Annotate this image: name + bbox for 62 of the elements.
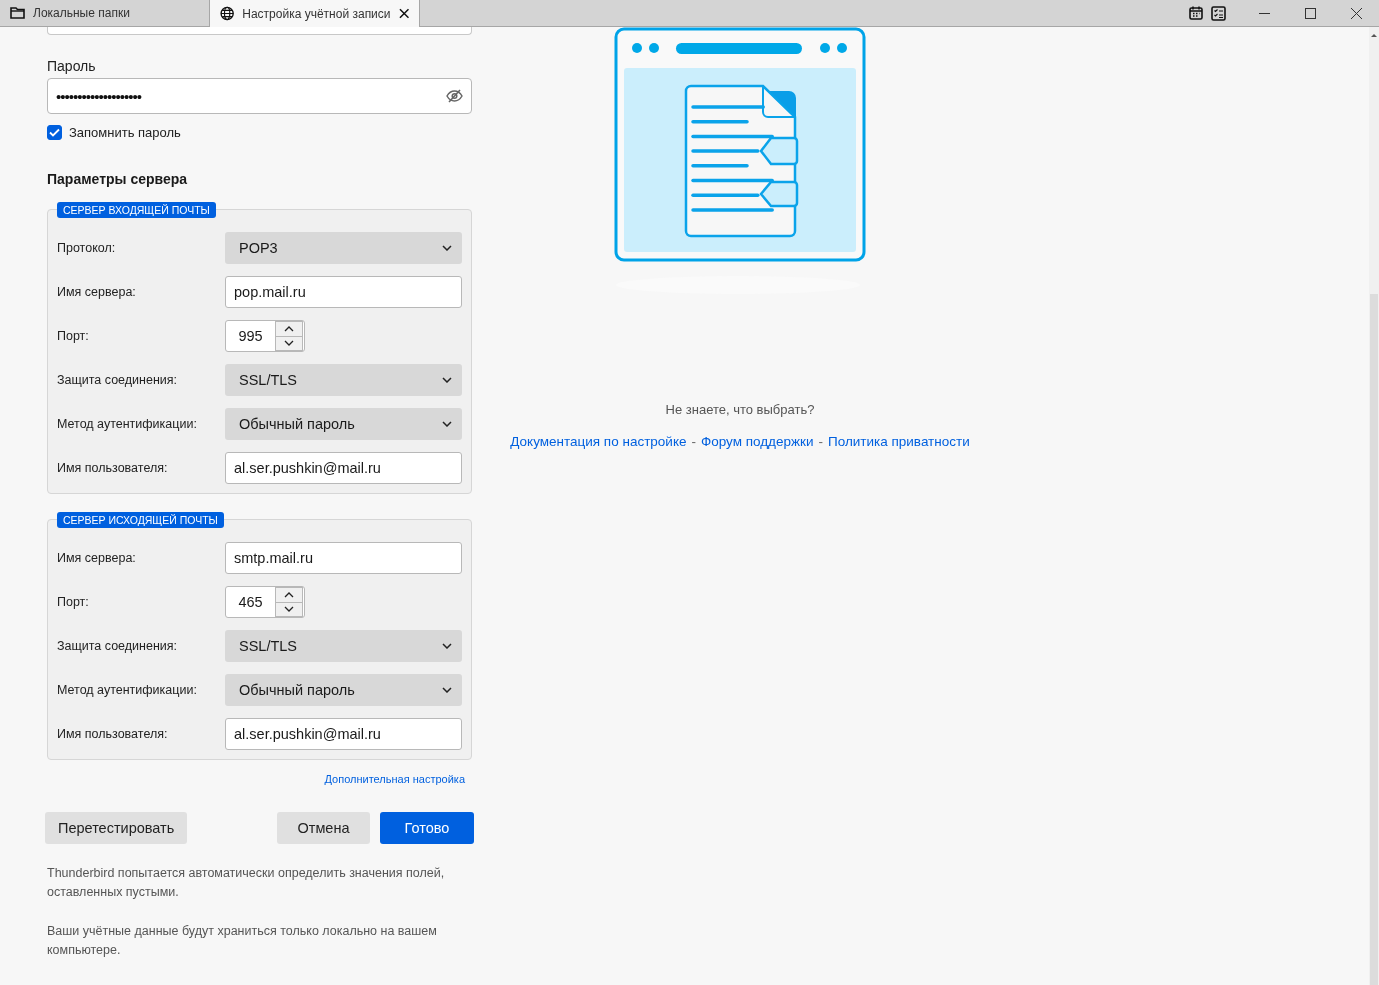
minimize-icon[interactable] bbox=[1258, 12, 1270, 14]
close-icon[interactable] bbox=[398, 8, 409, 19]
chevron-down-icon bbox=[442, 245, 452, 251]
button[interactable]: Готово bbox=[380, 812, 474, 844]
button[interactable]: Перетестировать bbox=[45, 812, 188, 844]
chevron-up-icon[interactable] bbox=[284, 325, 294, 332]
field-label: Имя сервера: bbox=[57, 551, 137, 565]
link-separator: - bbox=[691, 434, 696, 449]
info-text: Ваши учётные данные будут храниться только локально на вашем компьютере. bbox=[47, 923, 438, 959]
folder-icon bbox=[10, 7, 25, 19]
dropdown[interactable]: Обычный пароль bbox=[225, 408, 462, 440]
field-label: Имя пользователя: bbox=[57, 461, 169, 475]
globe-icon bbox=[220, 6, 235, 21]
field-label: Метод аутентификации: bbox=[57, 683, 198, 697]
dropdown[interactable]: Обычный пароль bbox=[225, 674, 462, 706]
help-link[interactable]: Политика приватности bbox=[828, 434, 970, 449]
tab[interactable]: Настройка учётной записи bbox=[210, 0, 420, 27]
help-link[interactable]: Форум поддержки bbox=[700, 434, 814, 449]
field-label: Порт: bbox=[57, 595, 90, 609]
port-spinner[interactable]: 995 bbox=[225, 320, 305, 352]
input-field[interactable]: al.ser.pushkin@mail.ru bbox=[225, 452, 462, 484]
dropdown[interactable]: SSL/TLS bbox=[225, 630, 462, 662]
port-spinner[interactable]: 465 bbox=[225, 586, 305, 618]
group-legend: СЕРВЕР ИСХОДЯЩЕЙ ПОЧТЫ bbox=[57, 512, 224, 528]
eye-slash-icon[interactable] bbox=[446, 89, 463, 103]
input-field[interactable]: pop.mail.ru bbox=[225, 276, 462, 308]
task-list-icon[interactable] bbox=[1210, 5, 1226, 21]
advanced-settings-link[interactable]: Дополнительная настройка bbox=[324, 773, 465, 785]
chevron-down-icon bbox=[442, 377, 452, 383]
maximize-icon[interactable] bbox=[1304, 7, 1316, 19]
chevron-down-icon bbox=[442, 643, 452, 649]
checkbox[interactable] bbox=[47, 125, 62, 140]
input-field[interactable] bbox=[47, 27, 472, 35]
close-icon[interactable] bbox=[1350, 7, 1362, 19]
field-label: Порт: bbox=[57, 329, 90, 343]
dropdown[interactable]: SSL/TLS bbox=[225, 364, 462, 396]
field-label: Пароль bbox=[47, 58, 97, 74]
calendar-icon[interactable] bbox=[1189, 6, 1203, 20]
chevron-down-icon bbox=[442, 687, 452, 693]
field-label: Протокол: bbox=[57, 241, 117, 255]
field-label: Имя сервера: bbox=[57, 285, 137, 299]
checkbox-label: Запомнить пароль bbox=[69, 125, 181, 140]
group-legend: СЕРВЕР ВХОДЯЩЕЙ ПОЧТЫ bbox=[57, 202, 216, 218]
info-text: Thunderbird попытается автоматически определить значения полей, оставленных пустыми. bbox=[47, 865, 446, 901]
link-separator: - bbox=[818, 434, 823, 449]
chevron-down-icon bbox=[442, 421, 452, 427]
chevron-down-icon[interactable] bbox=[284, 340, 294, 347]
section-heading: Параметры сервера bbox=[47, 171, 189, 187]
password-field[interactable]: •••••••••••••••••••• bbox=[47, 78, 472, 114]
field-label: Защита соединения: bbox=[57, 373, 179, 387]
chevron-down-icon[interactable] bbox=[284, 606, 294, 613]
field-label: Имя пользователя: bbox=[57, 727, 169, 741]
dropdown[interactable]: POP3 bbox=[225, 232, 462, 264]
input-field[interactable]: smtp.mail.ru bbox=[225, 542, 462, 574]
help-link[interactable]: Документация по настройке bbox=[510, 434, 687, 449]
scrollbar-drawing[interactable] bbox=[1369, 27, 1379, 985]
field-label: Метод аутентификации: bbox=[57, 417, 198, 431]
button[interactable]: Отмена bbox=[277, 812, 370, 844]
input-field[interactable]: al.ser.pushkin@mail.ru bbox=[225, 718, 462, 750]
chevron-up-icon[interactable] bbox=[284, 591, 294, 598]
field-label: Защита соединения: bbox=[57, 639, 179, 653]
help-question: Не знаете, что выбрать? bbox=[665, 402, 815, 417]
